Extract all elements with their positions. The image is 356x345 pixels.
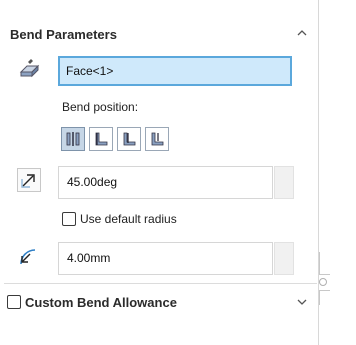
- face-selection-icon: [18, 58, 42, 85]
- bend-outside-icon: [151, 132, 164, 146]
- material-inside-icon: [95, 132, 108, 146]
- bend-radius-spinner[interactable]: [274, 242, 294, 275]
- bend-outside-button[interactable]: [145, 127, 169, 151]
- bend-angle-input[interactable]: 45.00deg: [58, 166, 273, 199]
- bend-position-label: Bend position:: [62, 100, 139, 114]
- material-outside-button[interactable]: [117, 127, 141, 151]
- bend-angle-icon: [21, 174, 35, 188]
- use-default-radius-label: Use default radius: [80, 212, 177, 226]
- section-divider: [4, 283, 317, 284]
- bend-parameters-title: Bend Parameters: [10, 27, 117, 42]
- custom-bend-allowance-title: Custom Bend Allowance: [25, 295, 177, 310]
- material-outside-icon: [123, 132, 136, 146]
- chevron-down-icon[interactable]: [296, 296, 308, 310]
- bend-centerline-icon: [66, 132, 80, 146]
- bend-angle-icon-box: [17, 168, 41, 192]
- panel-edge-bracket-top: [319, 252, 330, 275]
- material-inside-button[interactable]: [89, 127, 113, 151]
- bend-radius-icon: [17, 246, 39, 273]
- use-default-radius-checkbox[interactable]: [62, 212, 76, 226]
- panel-edge-bracket-bottom: [319, 290, 330, 305]
- chevron-up-icon[interactable]: [296, 27, 308, 41]
- bend-radius-input[interactable]: 4.00mm: [58, 242, 273, 275]
- bend-centerline-button[interactable]: [61, 127, 85, 151]
- face-selection-field[interactable]: Face<1>: [58, 56, 292, 86]
- bend-angle-spinner[interactable]: [274, 166, 294, 199]
- panel-resize-handle[interactable]: [319, 278, 327, 286]
- custom-bend-allowance-checkbox[interactable]: [7, 295, 21, 309]
